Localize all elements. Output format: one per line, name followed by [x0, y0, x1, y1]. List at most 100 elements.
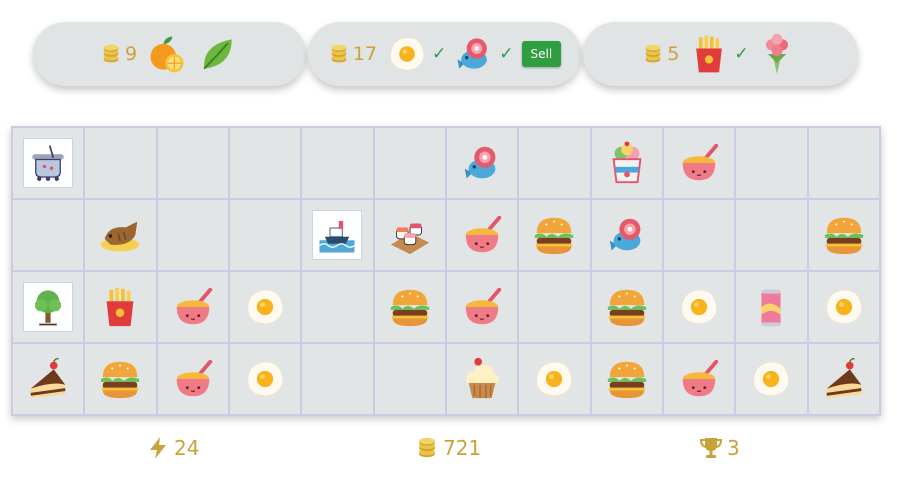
board-cell[interactable]	[446, 271, 519, 343]
order-card-3[interactable]: 5 ✓	[583, 22, 858, 86]
board-cell[interactable]	[301, 199, 374, 271]
board-cell[interactable]	[373, 127, 446, 199]
burger-icon[interactable]	[531, 212, 577, 258]
board-cell[interactable]	[229, 271, 302, 343]
board-cell[interactable]	[12, 271, 85, 343]
trophy-stat: 3	[699, 436, 740, 460]
board-cell[interactable]	[156, 199, 229, 271]
board-cell[interactable]	[373, 199, 446, 271]
board-cell[interactable]	[156, 127, 229, 199]
cake-slice-icon[interactable]	[821, 356, 867, 402]
rice-bowl-icon[interactable]	[459, 212, 505, 258]
order-card-2[interactable]: 17 ✓ ✓ Sell	[308, 22, 581, 86]
board-cell[interactable]	[807, 271, 880, 343]
soda-can-icon[interactable]	[748, 284, 794, 330]
order-reward-value: 17	[352, 43, 377, 65]
board-cell[interactable]	[735, 127, 808, 199]
fried-egg-icon[interactable]	[676, 284, 722, 330]
burger-icon[interactable]	[604, 356, 650, 402]
burger-icon[interactable]	[604, 284, 650, 330]
fish-icon[interactable]	[459, 140, 505, 186]
board-cell[interactable]	[373, 271, 446, 343]
board-cell[interactable]	[807, 199, 880, 271]
fish-icon[interactable]	[604, 212, 650, 258]
board-cell[interactable]	[301, 127, 374, 199]
board-cell[interactable]	[590, 127, 663, 199]
pot-generator-icon[interactable]	[27, 142, 69, 184]
board-cell[interactable]	[156, 271, 229, 343]
board-cell[interactable]	[807, 343, 880, 415]
board-cell[interactable]	[518, 343, 591, 415]
board-cell[interactable]	[663, 199, 736, 271]
board-cell[interactable]	[735, 271, 808, 343]
fried-egg-icon[interactable]	[821, 284, 867, 330]
orders-bar: 9 17 ✓ ✓ Sell 5 ✓	[0, 0, 897, 100]
board-cell[interactable]	[735, 199, 808, 271]
board-cell[interactable]	[446, 199, 519, 271]
taiyaki-icon[interactable]	[97, 212, 143, 258]
fried-egg-icon[interactable]	[242, 284, 288, 330]
board-cell[interactable]	[12, 127, 85, 199]
board-cell[interactable]	[590, 343, 663, 415]
check-icon: ✓	[432, 44, 447, 64]
board-cell[interactable]	[373, 343, 446, 415]
generator-tile[interactable]	[23, 138, 74, 188]
cake-slice-icon[interactable]	[25, 356, 71, 402]
generator-tile[interactable]	[312, 210, 363, 260]
merge-board	[11, 126, 881, 416]
board-cell[interactable]	[590, 199, 663, 271]
board-cell[interactable]	[229, 343, 302, 415]
board-cell[interactable]	[301, 343, 374, 415]
board-cell[interactable]	[590, 271, 663, 343]
coin-icon	[415, 436, 439, 460]
board-cell[interactable]	[84, 271, 157, 343]
tree-generator-icon[interactable]	[27, 286, 69, 328]
check-icon: ✓	[734, 44, 749, 64]
board-cell[interactable]	[301, 271, 374, 343]
fried-egg-icon[interactable]	[531, 356, 577, 402]
bolt-icon	[146, 436, 170, 460]
board-cell[interactable]	[229, 199, 302, 271]
order-item	[145, 32, 189, 76]
cupcake-icon[interactable]	[459, 356, 505, 402]
ship-generator-icon[interactable]	[316, 214, 358, 256]
board-cell[interactable]	[663, 271, 736, 343]
burger-icon[interactable]	[97, 356, 143, 402]
board-cell[interactable]	[12, 343, 85, 415]
board-cell[interactable]	[84, 127, 157, 199]
sushi-icon[interactable]	[387, 212, 433, 258]
order-card-1[interactable]: 9	[33, 22, 306, 86]
board-cell[interactable]	[518, 271, 591, 343]
fried-egg-icon[interactable]	[748, 356, 794, 402]
board-cell[interactable]	[663, 343, 736, 415]
fried-egg-icon	[385, 32, 429, 76]
fried-egg-icon[interactable]	[242, 356, 288, 402]
fries-icon[interactable]	[97, 284, 143, 330]
board-cell[interactable]	[84, 199, 157, 271]
board-cell[interactable]	[807, 127, 880, 199]
board-cell[interactable]	[518, 199, 591, 271]
stats-bar: 24 721 3	[0, 436, 897, 472]
rice-bowl-icon[interactable]	[676, 356, 722, 402]
board-cell[interactable]	[156, 343, 229, 415]
board-cell[interactable]	[446, 127, 519, 199]
board-cell[interactable]	[518, 127, 591, 199]
generator-tile[interactable]	[23, 282, 74, 332]
board-cell[interactable]	[446, 343, 519, 415]
sell-button[interactable]: Sell	[521, 41, 562, 67]
board-cell[interactable]	[663, 127, 736, 199]
burger-icon[interactable]	[821, 212, 867, 258]
rice-bowl-icon[interactable]	[459, 284, 505, 330]
rice-bowl-icon[interactable]	[170, 284, 216, 330]
rice-bowl-icon[interactable]	[676, 140, 722, 186]
board-cell[interactable]	[735, 343, 808, 415]
burger-icon[interactable]	[387, 284, 433, 330]
check-icon: ✓	[499, 44, 514, 64]
rice-bowl-icon[interactable]	[170, 356, 216, 402]
ice-cream-icon[interactable]	[604, 140, 650, 186]
board-cell[interactable]	[12, 199, 85, 271]
energy-value: 24	[174, 436, 200, 460]
board-cell[interactable]	[229, 127, 302, 199]
board-cell[interactable]	[84, 343, 157, 415]
coins-value: 721	[443, 436, 482, 460]
